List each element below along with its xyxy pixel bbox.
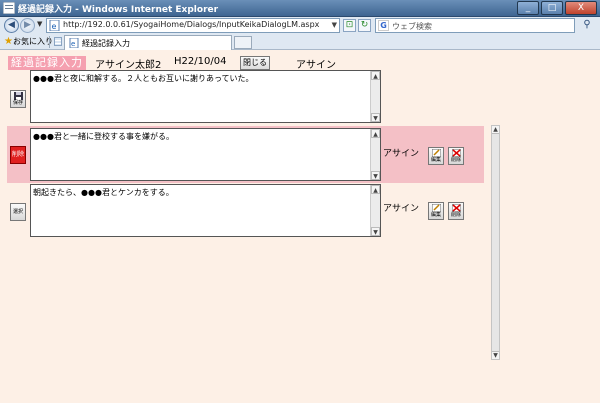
assignee-label: アサイン bbox=[296, 60, 336, 71]
user-name: アサイン太郎2 bbox=[95, 60, 162, 71]
select-label: 選択 bbox=[12, 209, 23, 215]
forward-button[interactable]: ▶ bbox=[20, 18, 35, 33]
minimize-button[interactable]: _ bbox=[517, 1, 539, 15]
scroll-up-icon[interactable]: ▲ bbox=[371, 71, 380, 80]
url-text: http://192.0.0.61/SyogaiHome/Dialogs/Inp… bbox=[63, 20, 320, 29]
record-assignee: アサイン bbox=[383, 149, 420, 159]
url-dropdown-icon[interactable]: ▼ bbox=[332, 21, 337, 29]
delete-label: 削除 bbox=[450, 157, 461, 163]
window-title-bar: 経過記録入力 - Windows Internet Explorer _ □ X bbox=[0, 0, 600, 17]
internet-explorer-icon bbox=[3, 2, 15, 14]
favorites-button[interactable]: ★お気に入り bbox=[4, 36, 53, 47]
quick-tabs-icon[interactable] bbox=[54, 37, 62, 46]
delete-button[interactable]: 削除 bbox=[448, 202, 464, 220]
back-button[interactable]: ◀ bbox=[4, 18, 19, 33]
record-text: ●●●君と一緒に登校する事を嫌がる。 bbox=[33, 132, 174, 141]
tab-active[interactable]: e 経過記録入力 bbox=[64, 35, 232, 50]
edit-label: 編集 bbox=[430, 212, 441, 218]
textarea-scrollbar[interactable]: ▲ ▼ bbox=[370, 71, 380, 122]
scroll-up-icon[interactable]: ▲ bbox=[371, 129, 380, 138]
edit-button[interactable]: 編集 bbox=[428, 147, 444, 165]
search-icon[interactable]: ⚲ bbox=[578, 18, 596, 33]
new-tab-button[interactable] bbox=[234, 36, 252, 49]
scroll-down-icon[interactable]: ▼ bbox=[371, 113, 380, 122]
tab-label: 経過記録入力 bbox=[82, 39, 130, 48]
refresh-icon[interactable]: ↻ bbox=[358, 19, 371, 32]
address-toolbar: ◀ ▶ ▼ e http://192.0.0.61/SyogaiHome/Dia… bbox=[0, 17, 600, 34]
search-provider-icon: G bbox=[378, 20, 389, 31]
page-icon: e bbox=[69, 38, 79, 48]
delete-icon bbox=[451, 149, 461, 157]
divider bbox=[49, 36, 50, 48]
edit-icon bbox=[431, 204, 441, 212]
select-button[interactable]: 選択 bbox=[10, 203, 26, 221]
star-icon: ★ bbox=[4, 36, 13, 47]
history-dropdown-icon[interactable]: ▼ bbox=[37, 20, 42, 28]
page-icon: e bbox=[49, 20, 60, 31]
record-text: ●●●君と夜に和解する。２人ともお互いに謝りあっていた。 bbox=[33, 74, 254, 83]
svg-text:e: e bbox=[52, 22, 57, 31]
close-button[interactable]: 閉じる bbox=[240, 56, 270, 70]
record-text: 朝起きたら、●●●君とケンカをする。 bbox=[33, 188, 174, 197]
record-date: H22/10/04 bbox=[174, 56, 227, 67]
delete-label: 削除 bbox=[450, 212, 461, 218]
record-assignee: アサイン bbox=[383, 204, 420, 214]
favorites-label: お気に入り bbox=[12, 37, 53, 46]
search-placeholder: ウェブ検索 bbox=[392, 22, 432, 31]
record-textarea[interactable]: ●●●君と夜に和解する。２人ともお互いに謝りあっていた。 ▲ ▼ bbox=[30, 70, 381, 123]
save-label: 保存 bbox=[12, 100, 23, 106]
record-textarea[interactable]: 朝起きたら、●●●君とケンカをする。 ▲ ▼ bbox=[30, 184, 381, 237]
edit-icon bbox=[431, 149, 441, 157]
page-content: 経過記録入力 アサイン太郎2 H22/10/04 閉じる アサイン 保存 ●●●… bbox=[0, 50, 600, 403]
delete-row-button[interactable]: 削除 bbox=[10, 146, 26, 164]
svg-text:e: e bbox=[71, 40, 75, 48]
edit-label: 編集 bbox=[430, 157, 441, 163]
scroll-down-icon[interactable]: ▼ bbox=[371, 227, 380, 236]
textarea-scrollbar[interactable]: ▲ ▼ bbox=[370, 129, 380, 180]
record-textarea[interactable]: ●●●君と一緒に登校する事を嫌がる。 ▲ ▼ bbox=[30, 128, 381, 181]
edit-button[interactable]: 編集 bbox=[428, 202, 444, 220]
window-title: 経過記録入力 - Windows Internet Explorer bbox=[18, 5, 219, 15]
save-icon bbox=[13, 92, 23, 100]
maximize-button[interactable]: □ bbox=[541, 1, 563, 15]
close-window-button[interactable]: X bbox=[565, 1, 597, 15]
compatibility-view-icon[interactable]: ⊡ bbox=[343, 19, 356, 32]
delete-button[interactable]: 削除 bbox=[448, 147, 464, 165]
textarea-scrollbar[interactable]: ▲ ▼ bbox=[370, 185, 380, 236]
scroll-up-icon[interactable]: ▲ bbox=[492, 126, 499, 134]
delete-row-label: 削除 bbox=[11, 151, 24, 158]
scroll-down-icon[interactable]: ▼ bbox=[371, 171, 380, 180]
scroll-down-icon[interactable]: ▼ bbox=[492, 351, 499, 359]
list-scrollbar[interactable]: ▲ ▼ bbox=[491, 125, 500, 360]
scroll-up-icon[interactable]: ▲ bbox=[371, 185, 380, 194]
page-title: 経過記録入力 bbox=[8, 56, 86, 70]
save-button[interactable]: 保存 bbox=[10, 90, 26, 108]
search-input[interactable]: G ウェブ検索 bbox=[375, 18, 575, 33]
delete-icon bbox=[451, 204, 461, 212]
tab-bar: ★お気に入り e 経過記録入力 bbox=[0, 34, 600, 50]
address-input[interactable]: e http://192.0.0.61/SyogaiHome/Dialogs/I… bbox=[46, 18, 340, 33]
